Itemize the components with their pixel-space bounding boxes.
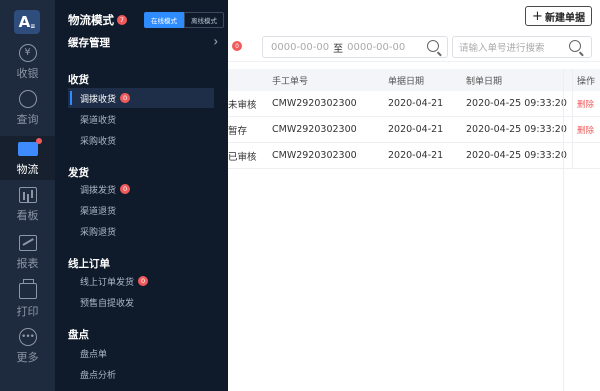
group-title-ship: 发货	[68, 167, 89, 179]
menu-item-stocktake-sheet[interactable]: 盘点单	[68, 343, 214, 363]
rail-item-cashier[interactable]: ¥ 收银	[0, 40, 55, 84]
mode-toggle[interactable]: 在线模式 离线模式	[144, 12, 224, 28]
filter-bar: 0 0000-00-00 至 0000-00-00 请输入单号进行搜索	[228, 32, 600, 62]
header-manual-no: 手工单号	[272, 76, 309, 87]
rail-item-label: 看板	[16, 208, 39, 222]
date-from: 0000-00-00	[271, 41, 330, 53]
rail-item-print[interactable]: 打印	[0, 278, 55, 322]
rail-item-more[interactable]: ••• 更多	[0, 324, 55, 368]
rail-item-logistics[interactable]: 物流	[0, 136, 55, 180]
new-document-button[interactable]: + 新建单据	[525, 6, 592, 26]
item-badge: 0	[120, 184, 131, 194]
dashboard-icon	[18, 186, 37, 203]
row-doc-date: 2020-04-21	[388, 124, 444, 135]
delete-link[interactable]: 删除	[577, 124, 594, 136]
rail-item-label: 收银	[16, 66, 39, 80]
menu-item-stocktake-analysis[interactable]: 盘点分析	[68, 364, 214, 384]
search-icon[interactable]	[569, 40, 581, 52]
rail-item-label: 报表	[16, 256, 39, 270]
plus-icon: +	[532, 8, 543, 24]
row-status: 暂存	[228, 125, 248, 137]
search-icon[interactable]	[427, 40, 439, 52]
menu-item-transfer-ship[interactable]: 调拨发货 0	[68, 179, 214, 199]
menu-item-channel-return[interactable]: 渠道退货	[68, 200, 214, 220]
menu-item-online-order-ship[interactable]: 线上订单发货 0	[68, 271, 214, 291]
table-row[interactable]: 未审核 CMW2920302300 2020-04-21 2020-04-25 …	[228, 91, 600, 117]
search-icon	[18, 89, 37, 108]
table-row[interactable]: 已审核 CMW2920302300 2020-04-21 2020-04-25 …	[228, 143, 600, 169]
menu-item-purchase-return[interactable]: 采购退货	[68, 221, 214, 241]
rail-item-dashboard[interactable]: 看板	[0, 182, 55, 226]
truck-icon	[17, 137, 42, 156]
header-make-date: 制单日期	[466, 76, 503, 87]
more-icon: •••	[18, 327, 37, 346]
row-manual-no: CMW2920302300	[272, 98, 357, 109]
yen-icon: ¥	[18, 43, 37, 62]
table-row[interactable]: 暂存 CMW2920302300 2020-04-21 2020-04-25 0…	[228, 117, 600, 143]
search-placeholder: 请输入单号进行搜索	[459, 43, 545, 54]
row-doc-date: 2020-04-21	[388, 150, 444, 161]
menu-item-presale-pickup[interactable]: 预售自提收发	[68, 292, 214, 312]
group-title-online-orders: 线上订单	[68, 258, 110, 270]
row-status: 已审核	[228, 151, 257, 163]
online-mode-button[interactable]: 在线模式	[144, 12, 184, 28]
header-action: 操作	[572, 69, 600, 91]
rail-item-label: 更多	[16, 350, 39, 364]
row-make-date: 2020-04-25 09:33:20	[466, 124, 567, 135]
printer-icon	[18, 278, 37, 299]
item-badge: 0	[120, 93, 131, 103]
panel-title: 物流模式 7	[68, 12, 127, 28]
report-icon	[18, 234, 37, 251]
row-make-date: 2020-04-25 09:33:20	[466, 150, 567, 161]
app-logo: A ≡	[14, 10, 40, 34]
header-doc-date: 单据日期	[388, 76, 425, 87]
rail-item-label: 打印	[16, 304, 39, 318]
delete-link[interactable]: 删除	[577, 98, 594, 110]
date-separator: 至	[333, 43, 344, 55]
group-title-stocktake: 盘点	[68, 329, 89, 341]
row-manual-no: CMW2920302300	[272, 124, 357, 135]
rail-item-query[interactable]: 查询	[0, 86, 55, 130]
rail-item-reports[interactable]: 报表	[0, 230, 55, 274]
row-status: 未审核	[228, 99, 257, 111]
table-header: 手工单号 单据日期 制单日期 操作	[228, 69, 600, 91]
row-manual-no: CMW2920302300	[272, 150, 357, 161]
row-make-date: 2020-04-25 09:33:20	[466, 98, 567, 109]
date-range-input[interactable]: 0000-00-00 至 0000-00-00	[262, 36, 448, 58]
new-document-label: 新建单据	[544, 12, 585, 24]
column-divider	[563, 69, 564, 391]
item-badge: 0	[138, 276, 149, 286]
title-badge: 7	[117, 15, 127, 25]
rail-item-label: 物流	[16, 162, 39, 176]
row-doc-date: 2020-04-21	[388, 98, 444, 109]
rail-item-label: 查询	[16, 112, 39, 126]
menu-item-channel-receive[interactable]: 渠道收货	[68, 109, 214, 129]
group-title-receive: 收货	[68, 74, 89, 86]
offline-mode-button[interactable]: 离线模式	[184, 12, 224, 28]
logistics-menu-panel: 物流模式 7 在线模式 离线模式 缓存管理 › 收货 调拨收货 0 渠道收货 采购…	[55, 0, 228, 391]
filter-badge: 0	[232, 41, 242, 51]
cache-management-item[interactable]: 缓存管理 ›	[68, 32, 218, 50]
icon-rail: A ≡ ¥ 收银 查询 物流 看板 报表 打印 ••• 更多	[0, 0, 55, 391]
date-to: 0000-00-00	[347, 41, 406, 53]
menu-item-purchase-receive[interactable]: 采购收货	[68, 130, 214, 150]
documents-table: 手工单号 单据日期 制单日期 操作 未审核 CMW2920302300 2020…	[228, 69, 600, 169]
order-search-input[interactable]: 请输入单号进行搜索	[452, 36, 592, 58]
chevron-right-icon: ›	[213, 32, 218, 50]
menu-item-transfer-receive[interactable]: 调拨收货 0	[68, 88, 214, 108]
